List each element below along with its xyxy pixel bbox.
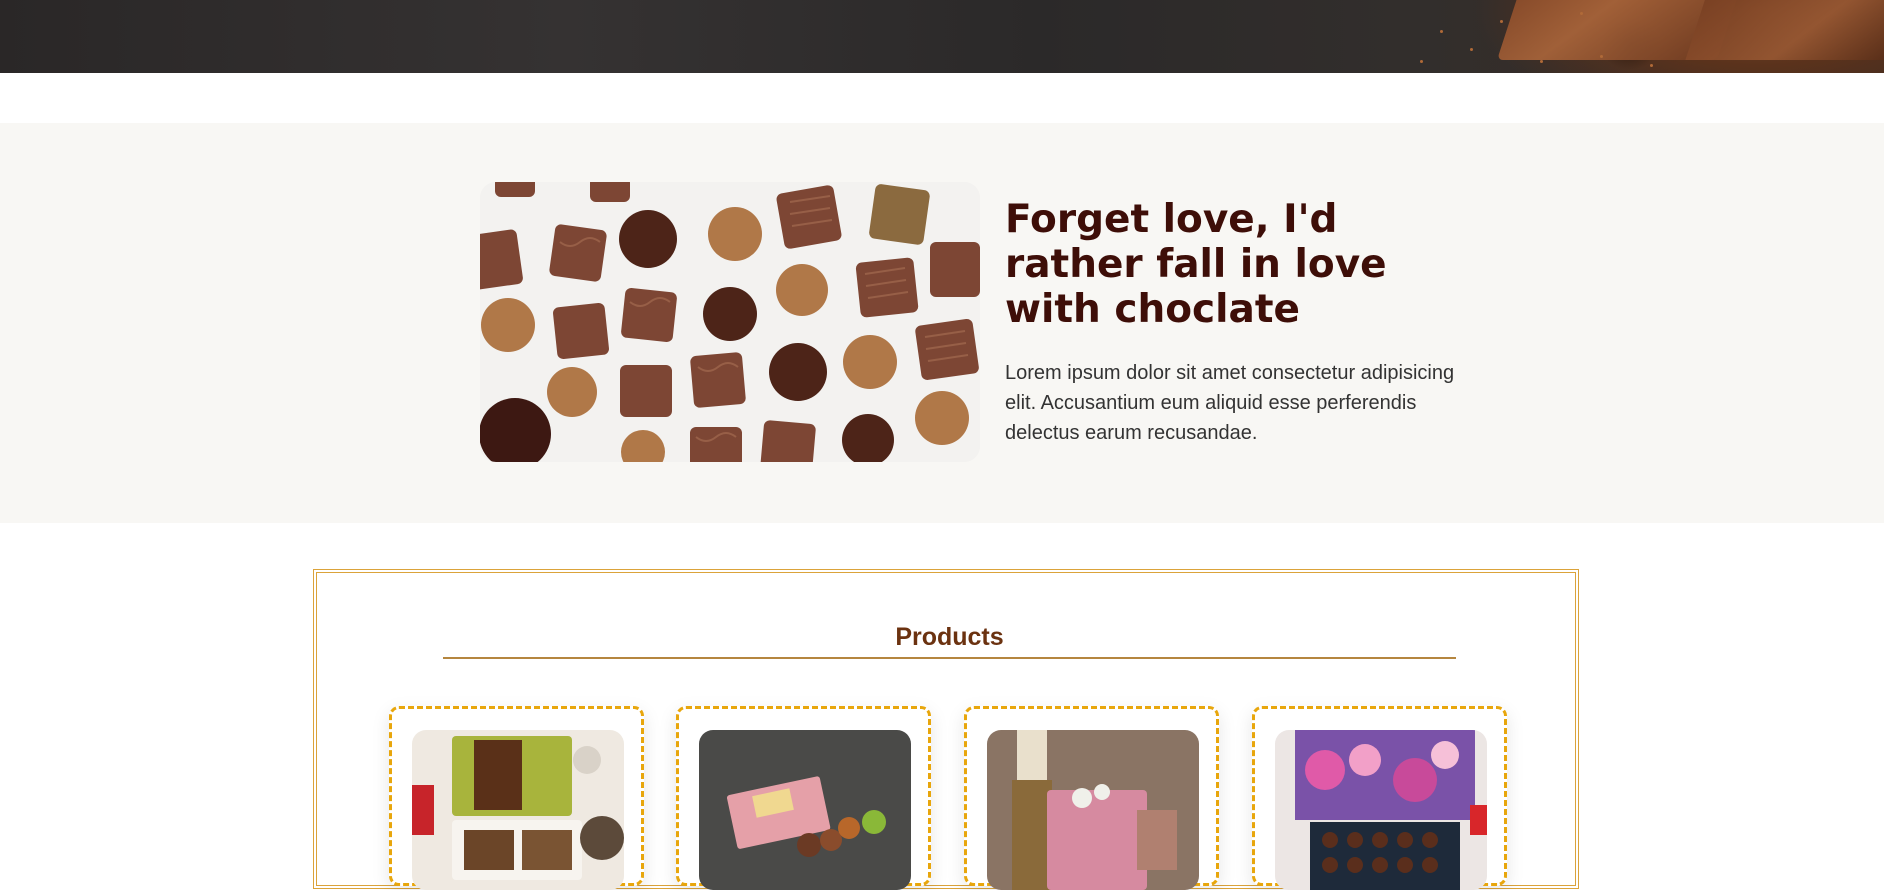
products-heading: Products [895,623,1004,651]
product-image[interactable] [699,730,911,890]
intro-description: Lorem ipsum dolor sit amet consectetur a… [1005,362,1455,444]
chocolate-assortment-image [480,182,980,462]
intro-heading: Forget love, I'd rather fall in love wit… [1005,197,1387,332]
products-divider [443,657,1456,659]
product-card-gift-box[interactable] [964,706,1219,890]
hero-banner-image [0,0,1884,73]
product-card-floral-box[interactable] [1252,706,1507,890]
product-card-almond-bark[interactable] [389,706,644,890]
product-image[interactable] [987,730,1199,890]
intro-section: Forget love, I'd rather fall in love wit… [0,123,1884,523]
chocolate-bar-image [1685,0,1884,60]
product-image[interactable] [1275,730,1487,890]
product-image[interactable] [412,730,624,890]
product-card-truffle-box[interactable] [676,706,931,890]
